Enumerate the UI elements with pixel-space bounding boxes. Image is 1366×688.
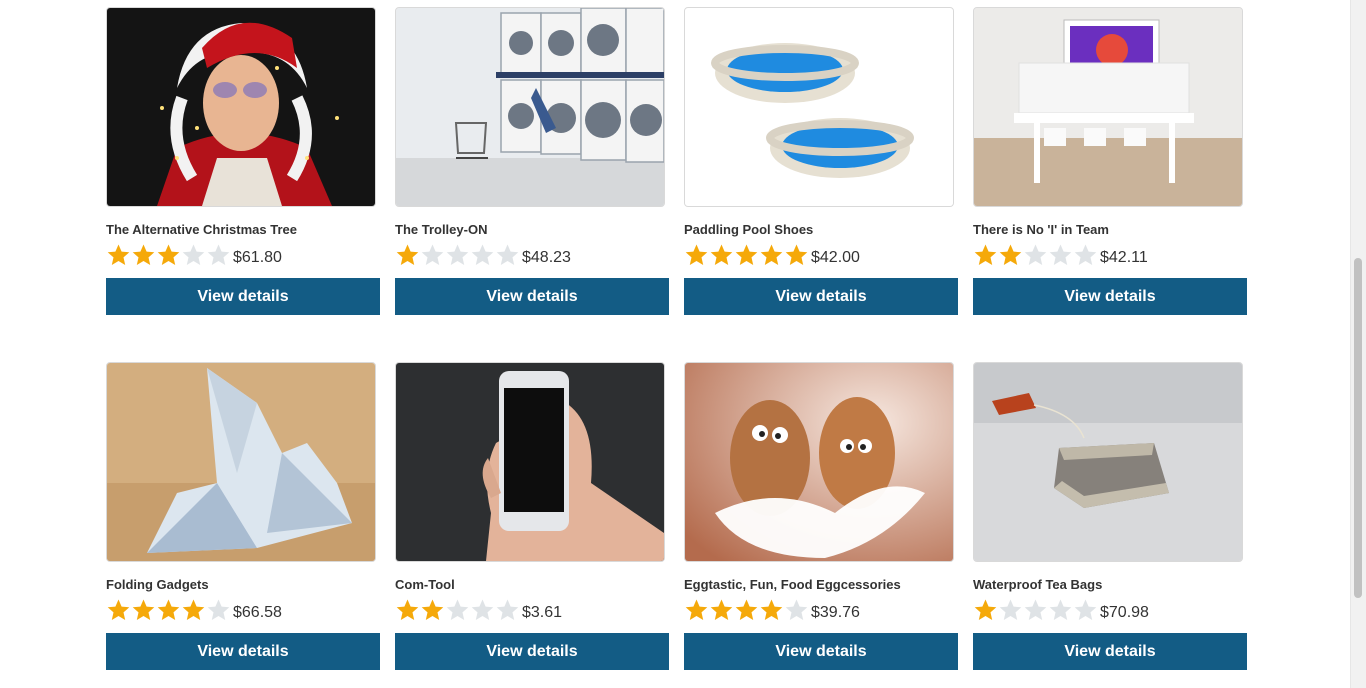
product-price: $42.11 <box>1100 249 1148 266</box>
product-image[interactable] <box>395 7 665 207</box>
product-card: The Alternative Christmas Tree $61.80 Vi… <box>106 7 380 315</box>
star-empty-icon <box>1049 599 1072 620</box>
star-rating <box>106 243 231 268</box>
scrollbar-thumb[interactable] <box>1354 258 1362 598</box>
star-rating <box>973 243 1098 268</box>
star-empty-icon <box>421 244 444 265</box>
product-card: Paddling Pool Shoes $42.00 View details <box>684 7 958 315</box>
view-details-button[interactable]: View details <box>395 278 669 315</box>
star-rating <box>395 243 520 268</box>
product-card: Com-Tool $3.61 View details <box>395 362 669 670</box>
origami-note-image <box>107 363 375 561</box>
product-card: There is No 'I' in Team $42.11 View deta… <box>973 7 1247 315</box>
star-filled-icon <box>735 599 758 620</box>
star-empty-icon <box>182 244 205 265</box>
product-image[interactable] <box>106 7 376 207</box>
paddling-pools-image <box>685 8 953 206</box>
star-empty-icon <box>1049 244 1072 265</box>
product-name[interactable]: Paddling Pool Shoes <box>684 222 958 238</box>
eggs-feathers-image <box>685 363 953 561</box>
product-price: $70.98 <box>1100 604 1149 621</box>
laundromat-image <box>396 8 664 206</box>
product-name[interactable]: Folding Gadgets <box>106 577 380 593</box>
product-name[interactable]: Waterproof Tea Bags <box>973 577 1247 593</box>
view-details-button[interactable]: View details <box>973 633 1247 670</box>
product-name[interactable]: Eggtastic, Fun, Food Eggcessories <box>684 577 958 593</box>
star-filled-icon <box>132 599 155 620</box>
star-empty-icon <box>1074 599 1097 620</box>
product-image[interactable] <box>106 362 376 562</box>
star-filled-icon <box>999 244 1022 265</box>
view-details-button[interactable]: View details <box>395 633 669 670</box>
product-name[interactable]: There is No 'I' in Team <box>973 222 1247 238</box>
star-empty-icon <box>1024 244 1047 265</box>
star-empty-icon <box>207 599 230 620</box>
product-card: Eggtastic, Fun, Food Eggcessories $39.76… <box>684 362 958 670</box>
product-name[interactable]: The Alternative Christmas Tree <box>106 222 380 238</box>
star-filled-icon <box>735 244 758 265</box>
view-details-button[interactable]: View details <box>684 278 958 315</box>
star-empty-icon <box>471 244 494 265</box>
product-card: The Trolley-ON $48.23 View details <box>395 7 669 315</box>
star-empty-icon <box>496 244 519 265</box>
product-image[interactable] <box>395 362 665 562</box>
product-price: $42.00 <box>811 249 860 266</box>
star-filled-icon <box>760 599 783 620</box>
product-price: $39.76 <box>811 604 860 621</box>
product-price: $66.58 <box>233 604 282 621</box>
star-empty-icon <box>496 599 519 620</box>
star-empty-icon <box>207 244 230 265</box>
tea-bag-image <box>974 363 1242 561</box>
star-rating <box>684 243 809 268</box>
product-image[interactable] <box>973 362 1243 562</box>
star-filled-icon <box>107 244 130 265</box>
product-card: Waterproof Tea Bags $70.98 View details <box>973 362 1247 670</box>
product-name[interactable]: Com-Tool <box>395 577 669 593</box>
star-filled-icon <box>685 244 708 265</box>
star-filled-icon <box>421 599 444 620</box>
star-filled-icon <box>760 244 783 265</box>
view-details-button[interactable]: View details <box>973 278 1247 315</box>
product-grid: The Alternative Christmas Tree $61.80 Vi… <box>106 7 1247 670</box>
star-filled-icon <box>396 244 419 265</box>
page-scrollbar[interactable] <box>1350 0 1366 688</box>
star-filled-icon <box>396 599 419 620</box>
product-image[interactable] <box>684 362 954 562</box>
star-empty-icon <box>446 244 469 265</box>
product-price: $3.61 <box>522 604 563 621</box>
star-rating <box>395 598 520 623</box>
star-rating <box>973 598 1098 623</box>
star-filled-icon <box>157 244 180 265</box>
product-price: $61.80 <box>233 249 282 266</box>
star-filled-icon <box>685 599 708 620</box>
star-filled-icon <box>710 244 733 265</box>
star-filled-icon <box>785 244 808 265</box>
star-empty-icon <box>471 599 494 620</box>
team-room-image <box>974 8 1242 206</box>
product-card: Folding Gadgets $66.58 View details <box>106 362 380 670</box>
star-filled-icon <box>107 599 130 620</box>
star-filled-icon <box>182 599 205 620</box>
product-image[interactable] <box>973 7 1243 207</box>
view-details-button[interactable]: View details <box>106 278 380 315</box>
santa-lights-image <box>107 8 375 206</box>
star-empty-icon <box>999 599 1022 620</box>
star-empty-icon <box>785 599 808 620</box>
star-empty-icon <box>1074 244 1097 265</box>
star-filled-icon <box>974 244 997 265</box>
star-empty-icon <box>446 599 469 620</box>
star-rating <box>106 598 231 623</box>
product-image[interactable] <box>684 7 954 207</box>
view-details-button[interactable]: View details <box>684 633 958 670</box>
star-filled-icon <box>974 599 997 620</box>
star-filled-icon <box>157 599 180 620</box>
star-rating <box>684 598 809 623</box>
smartphone-hand-image <box>396 363 664 561</box>
star-filled-icon <box>710 599 733 620</box>
star-empty-icon <box>1024 599 1047 620</box>
star-filled-icon <box>132 244 155 265</box>
view-details-button[interactable]: View details <box>106 633 380 670</box>
product-price: $48.23 <box>522 249 571 266</box>
product-name[interactable]: The Trolley-ON <box>395 222 669 238</box>
